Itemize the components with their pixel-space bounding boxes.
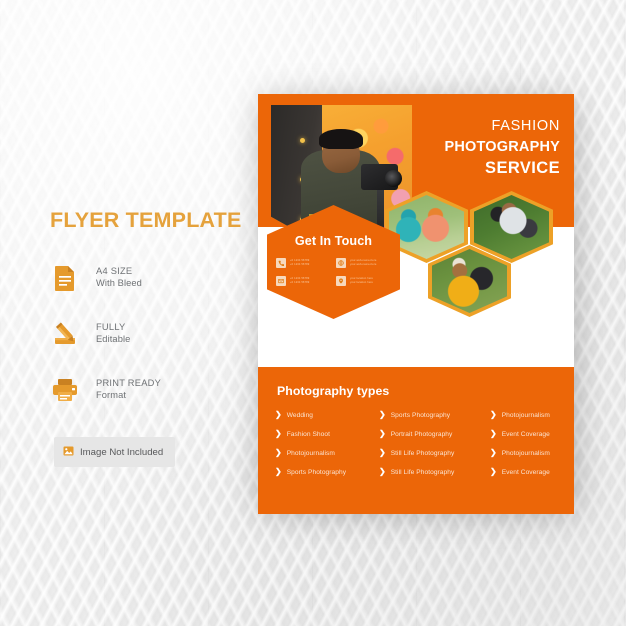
contact-text-website: your.web-name-here your.web-name-here <box>350 258 377 266</box>
camera-lens <box>385 169 403 187</box>
list-item[interactable]: ❯ Portrait Photography <box>379 430 490 438</box>
chevron-right-icon: ❯ <box>275 467 282 476</box>
title-line-fashion: FASHION <box>491 118 560 134</box>
list-item[interactable]: ❯ Still Life Photography <box>379 449 490 457</box>
photography-types-section: Photography types ❯ Wedding ❯ Sports Photo… <box>258 367 574 514</box>
contact-item-phone[interactable]: +0 1234 56789 +0 1234 56789 <box>276 258 331 268</box>
chevron-right-icon: ❯ <box>490 448 497 457</box>
chevron-right-icon: ❯ <box>275 410 282 419</box>
list-item[interactable]: ❯ Photojournalism <box>490 411 558 419</box>
pencil-icon <box>48 317 82 351</box>
section-title: Photography types <box>277 384 390 398</box>
list-item[interactable]: ❯ Sports Photography <box>275 468 379 476</box>
location-icon <box>336 276 346 286</box>
list-item[interactable]: ❯ Still Life Photography <box>379 468 490 476</box>
list-item[interactable]: ❯ Fashion Shoot <box>275 430 379 438</box>
printer-icon <box>48 373 82 407</box>
list-item[interactable]: ❯ Sports Photography <box>379 411 490 419</box>
page-title: FLYER TEMPLATE <box>50 208 242 232</box>
chevron-right-icon: ❯ <box>379 429 386 438</box>
contact-text-email: +0 1234 56789 +0 1234 56789 <box>290 276 310 284</box>
title-line-photography: PHOTOGRAPHY <box>444 138 560 155</box>
list-item[interactable]: ❯ Photojournalism <box>275 449 379 457</box>
feature-text-print-ready: PRINT READY Format <box>96 378 162 400</box>
hero-wall-light <box>300 138 306 144</box>
hero-subject-hair <box>318 129 363 149</box>
feature-text-fully-editable: FULLY Editable <box>96 322 131 344</box>
contact-text-phone: +0 1234 56789 +0 1234 56789 <box>290 258 310 266</box>
contact-item-location[interactable]: your.location here your.location here <box>336 276 391 286</box>
contact-item-website[interactable]: your.web-name-here your.web-name-here <box>336 258 391 268</box>
hex-photo-kids-image <box>389 195 464 259</box>
chevron-right-icon: ❯ <box>379 410 386 419</box>
list-item[interactable]: ❯ Event Coverage <box>490 468 558 476</box>
globe-icon <box>336 258 346 268</box>
chevron-right-icon: ❯ <box>275 448 282 457</box>
list-item[interactable]: ❯ Wedding <box>275 411 379 419</box>
image-icon <box>63 443 74 461</box>
status-badge-label: Image Not Included <box>80 446 164 458</box>
list-item[interactable]: ❯ Photojournalism <box>490 449 558 457</box>
status-badge: Image Not Included <box>54 437 176 467</box>
contact-text-location: your.location here your.location here <box>350 276 374 284</box>
chevron-right-icon: ❯ <box>490 429 497 438</box>
feature-row-a4-size: A4 SIZE With Bleed <box>48 259 248 297</box>
chevron-right-icon: ❯ <box>490 410 497 419</box>
get-in-touch-title: Get In Touch <box>294 234 373 248</box>
feature-row-print-ready: PRINT READY Format <box>48 371 248 409</box>
document-icon <box>48 261 82 295</box>
list-item[interactable]: ❯ Event Coverage <box>490 430 558 438</box>
flyer-title-block: FASHION PHOTOGRAPHY SERVICE <box>444 116 560 181</box>
chevron-right-icon: ❯ <box>490 467 497 476</box>
hex-photo-man-image <box>474 195 549 259</box>
phone-icon <box>276 258 286 268</box>
title-line-service: SERVICE <box>485 159 560 178</box>
envelope-icon <box>276 276 286 286</box>
template-info-panel: FLYER TEMPLATE A4 SIZE With Bleed FULLY … <box>48 208 248 467</box>
flyer-middle-section: Get In Touch +0 1234 56789 +0 1234 56789 <box>258 191 574 367</box>
contact-item-email[interactable]: +0 1234 56789 +0 1234 56789 <box>276 276 331 286</box>
hex-photo-yellow-image <box>432 249 507 313</box>
feature-row-fully-editable: FULLY Editable <box>48 315 248 353</box>
flyer-document: FASHION PHOTOGRAPHY SERVICE Get In Touch… <box>258 94 574 514</box>
chevron-right-icon: ❯ <box>275 429 282 438</box>
photography-types-list: ❯ Wedding ❯ Sports Photography ❯ Photojourn… <box>275 411 558 476</box>
contact-list: +0 1234 56789 +0 1234 56789 your.web-nam… <box>276 258 391 286</box>
mockup-scene: FLYER TEMPLATE A4 SIZE With Bleed FULLY … <box>0 0 626 626</box>
feature-text-a4-size: A4 SIZE With Bleed <box>96 266 142 288</box>
chevron-right-icon: ❯ <box>379 467 386 476</box>
chevron-right-icon: ❯ <box>379 448 386 457</box>
